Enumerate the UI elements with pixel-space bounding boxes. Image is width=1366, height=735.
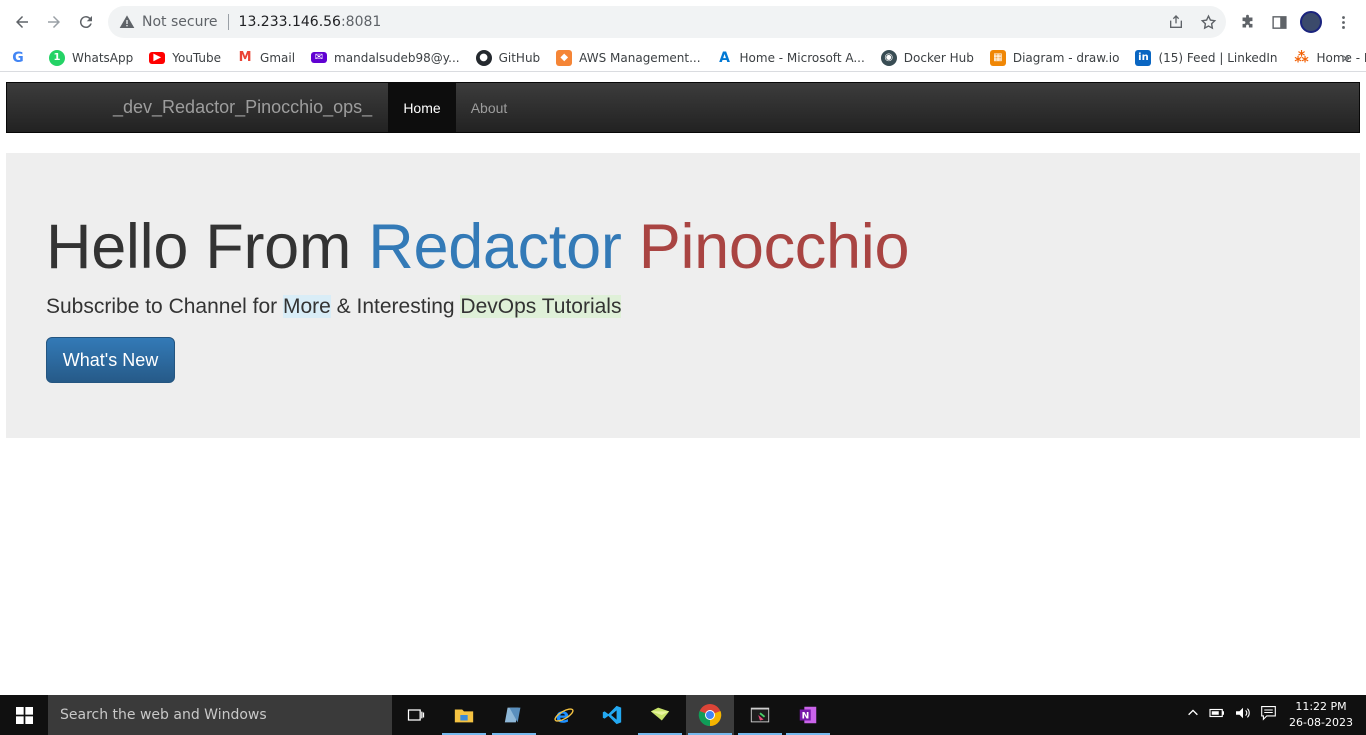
bookmark-label: Diagram - draw.io bbox=[1012, 50, 1120, 65]
whatsapp-icon: 1 bbox=[49, 49, 65, 66]
bookmark-aws[interactable]: ◆ AWS Management... bbox=[556, 49, 701, 66]
youtube-icon: ▶ bbox=[149, 51, 166, 64]
bookmark-label: Gmail bbox=[260, 50, 296, 65]
bookmark-label: AWS Management... bbox=[579, 50, 701, 65]
extensions-puzzle-icon[interactable] bbox=[1236, 10, 1258, 34]
file-explorer-icon[interactable] bbox=[440, 695, 488, 735]
avatar bbox=[1300, 11, 1322, 33]
internet-explorer-icon[interactable]: e bbox=[540, 695, 588, 735]
hero-subtitle: Subscribe to Channel for More & Interest… bbox=[46, 295, 622, 319]
hero-title-hello: Hello From bbox=[46, 212, 369, 282]
notification-icon[interactable] bbox=[1260, 704, 1277, 726]
terminal-icon[interactable] bbox=[736, 695, 784, 735]
task-view-icon[interactable] bbox=[392, 695, 440, 735]
back-arrow-icon[interactable] bbox=[10, 10, 34, 34]
bookmark-label: WhatsApp bbox=[72, 50, 134, 65]
subtitle-highlight-devops: DevOps Tutorials bbox=[460, 295, 622, 318]
nav-about-link[interactable]: About bbox=[456, 83, 522, 132]
warning-triangle-icon[interactable] bbox=[118, 13, 136, 31]
address-bar[interactable]: Not secure 13.233.146.56:8081 bbox=[108, 6, 1226, 38]
yahoo-mail-icon: ✉ bbox=[311, 52, 328, 63]
subtitle-highlight-more: More bbox=[282, 295, 331, 318]
github-icon: ● bbox=[475, 49, 492, 66]
hero-title-pinocchio: Pinocchio bbox=[638, 212, 910, 282]
hero-title-redactor: Redactor bbox=[368, 212, 622, 282]
replit-icon: ⁂ bbox=[1294, 49, 1309, 66]
subtitle-text-2: & Interesting bbox=[330, 295, 461, 318]
bookmark-replit[interactable]: ⁂ Home - Replit bbox=[1294, 50, 1366, 66]
reload-icon[interactable] bbox=[74, 10, 98, 34]
bookmark-github[interactable]: ● GitHub bbox=[475, 49, 541, 66]
bookmark-linkedin[interactable]: in (15) Feed | LinkedIn bbox=[1135, 49, 1278, 66]
profile-avatar[interactable] bbox=[1300, 10, 1322, 34]
notes-app-icon[interactable] bbox=[490, 695, 538, 735]
bookmark-whatsapp[interactable]: 1 WhatsApp bbox=[49, 49, 134, 66]
bookmark-star-icon[interactable] bbox=[1198, 12, 1218, 32]
gmail-icon: M bbox=[238, 50, 252, 65]
bookmark-label: Home - Microsoft A... bbox=[739, 50, 865, 65]
share-icon[interactable] bbox=[1166, 12, 1186, 32]
vscode-icon[interactable] bbox=[588, 695, 636, 735]
chevron-up-icon[interactable] bbox=[1186, 706, 1200, 725]
hero-title: Hello From Redactor Pinocchio bbox=[46, 211, 909, 283]
whats-new-button[interactable]: What's New bbox=[46, 337, 175, 383]
taskbar-search-input[interactable]: Search the web and Windows bbox=[48, 695, 392, 735]
clock-date: 26-08-2023 bbox=[1289, 716, 1353, 729]
volume-icon[interactable] bbox=[1234, 706, 1252, 725]
bookmark-label: YouTube bbox=[172, 50, 222, 65]
system-tray bbox=[1186, 695, 1277, 735]
bookmark-label: mandalsudeb98@y... bbox=[334, 50, 460, 65]
bookmark-label: GitHub bbox=[498, 50, 541, 65]
taskbar-clock[interactable]: 11:22 PM 26-08-2023 bbox=[1288, 699, 1354, 731]
chrome-taskbar-icon[interactable] bbox=[686, 695, 734, 735]
bookmarks-bar: G 1 WhatsApp ▶ YouTube M Gmail ✉ mandals… bbox=[0, 44, 1366, 72]
forward-arrow-icon[interactable] bbox=[42, 10, 66, 34]
docker-icon: ◉ bbox=[880, 49, 897, 66]
bookmark-youtube[interactable]: ▶ YouTube bbox=[149, 51, 221, 65]
nav-home-link[interactable]: Home bbox=[388, 83, 456, 132]
hero-jumbotron: Hello From Redactor Pinocchio Subscribe … bbox=[6, 153, 1360, 438]
windows-taskbar: Search the web and Windows e N 11:22 PM … bbox=[0, 695, 1366, 735]
navbar-brand[interactable]: _dev_Redactor_Pinocchio_ops_ bbox=[113, 97, 372, 118]
onenote-icon[interactable]: N bbox=[784, 695, 832, 735]
menu-kebab-icon[interactable] bbox=[1332, 10, 1354, 34]
bookmark-gmail[interactable]: M Gmail bbox=[237, 50, 295, 66]
bookmark-label: (15) Feed | LinkedIn bbox=[1158, 50, 1278, 65]
windows-start-icon[interactable] bbox=[0, 695, 48, 735]
linkedin-icon: in bbox=[1135, 49, 1152, 66]
security-label[interactable]: Not secure bbox=[142, 14, 218, 30]
browser-toolbar: Not secure 13.233.146.56:8081 bbox=[0, 0, 1366, 44]
bookmark-docker[interactable]: ◉ Docker Hub bbox=[880, 49, 974, 66]
clock-time: 11:22 PM bbox=[1295, 700, 1347, 713]
bookmark-drawio[interactable]: ▦ Diagram - draw.io bbox=[989, 49, 1120, 66]
drawio-icon: ▦ bbox=[989, 49, 1006, 66]
bookmark-azure[interactable]: A Home - Microsoft A... bbox=[717, 50, 865, 66]
svg-text:N: N bbox=[802, 711, 810, 722]
aws-icon: ◆ bbox=[556, 49, 573, 66]
bookmarks-overflow-button[interactable]: » bbox=[1342, 49, 1350, 65]
side-panel-icon[interactable] bbox=[1268, 10, 1290, 34]
folder-app-icon[interactable] bbox=[636, 695, 684, 735]
subtitle-text-1: Subscribe to Channel for bbox=[46, 295, 283, 318]
bookmark-label: Docker Hub bbox=[903, 50, 974, 65]
omnibox-divider bbox=[227, 14, 229, 30]
site-navbar: _dev_Redactor_Pinocchio_ops_ Home About bbox=[6, 82, 1360, 133]
bookmark-google[interactable]: G bbox=[10, 50, 33, 66]
azure-icon: A bbox=[719, 49, 730, 66]
bookmark-yahoo-mail[interactable]: ✉ mandalsudeb98@y... bbox=[311, 51, 460, 65]
battery-icon[interactable] bbox=[1208, 706, 1226, 725]
url-host[interactable]: 13.233.146.56 bbox=[239, 14, 341, 30]
url-port[interactable]: :8081 bbox=[341, 14, 381, 30]
google-icon: G bbox=[12, 49, 24, 66]
